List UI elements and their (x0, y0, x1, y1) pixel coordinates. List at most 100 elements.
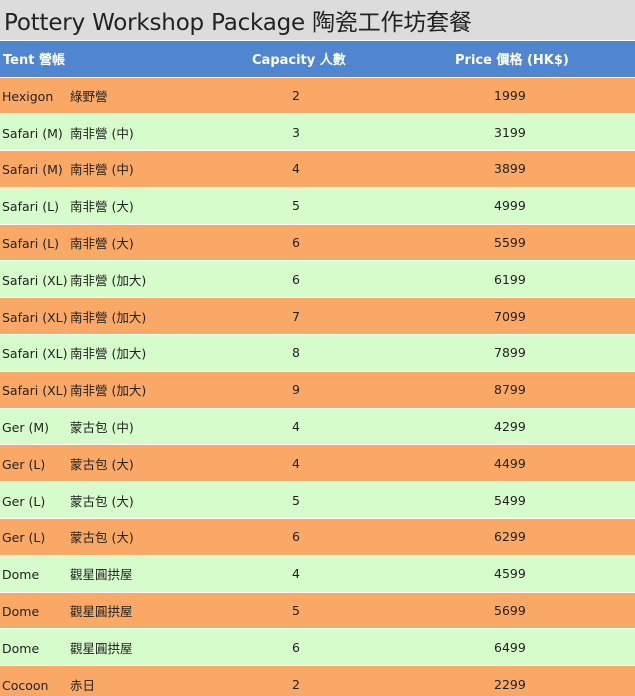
tent-name-zh: 蒙古包 (大) (70, 530, 134, 546)
header-price[interactable]: Price 價格 (HK$) (405, 41, 635, 77)
cell-price: 4599 (494, 566, 526, 582)
cell-price: 4299 (494, 419, 526, 435)
table-header: Tent 營帳 Capacity 人數 Price 價格 (HK$) (0, 41, 635, 77)
cell-tent: Dome 觀星圓拱屋 (0, 629, 190, 666)
cell-capacity: 6 (292, 529, 300, 545)
tent-name-zh: 南非營 (大) (70, 199, 134, 215)
table-row: Ger (L) 蒙古包 (大) 5 5499 (0, 481, 635, 519)
tent-name-en: Safari (XL) (2, 383, 68, 399)
cell-price: 5699 (494, 603, 526, 619)
tent-name-zh: 蒙古包 (大) (70, 456, 134, 472)
tent-name-en: Hexigon (2, 88, 54, 104)
cell-capacity: 5 (292, 198, 300, 214)
cell-tent: Safari (M) 南非營 (中) (0, 114, 190, 151)
table-row: Safari (L) 南非營 (大) 6 5599 (0, 224, 635, 261)
tent-name-zh: 蒙古包 (中) (70, 420, 134, 436)
cell-price: 2299 (494, 676, 526, 692)
package-table: Tent 營帳 Capacity 人數 Price 價格 (HK$) Hexig… (0, 41, 635, 696)
cell-capacity: 3 (292, 124, 300, 140)
tent-name-en: Safari (L) (2, 199, 59, 215)
cell-tent: Safari (XL) 南非營 (加大) (0, 261, 190, 298)
tent-name-en: Ger (M) (2, 420, 50, 436)
tent-name-zh: 南非營 (中) (70, 162, 134, 178)
table-row: Dome 觀星圓拱屋 5 5699 (0, 592, 635, 629)
cell-capacity: 4 (292, 455, 300, 471)
tent-name-en: Cocoon (2, 677, 49, 693)
cell-price: 7099 (494, 308, 526, 324)
tent-name-zh: 南非營 (大) (70, 236, 134, 252)
cell-tent: Dome 觀星圓拱屋 (0, 555, 190, 592)
cell-price: 6299 (494, 529, 526, 545)
tent-name-en: Dome (2, 604, 40, 620)
tent-name-zh: 觀星圓拱屋 (70, 640, 133, 656)
table-body: Hexigon 綠野營 2 1999 Safari (M) 南非營 (中) 3 3199 Saf… (0, 77, 635, 696)
tent-name-zh: 南非營 (中) (70, 125, 134, 141)
cell-tent: Cocoon 赤日 (0, 666, 190, 696)
tent-name-zh: 綠野營 (70, 88, 108, 104)
header-row: Tent 營帳 Capacity 人數 Price 價格 (HK$) (0, 41, 635, 77)
cell-tent: Ger (M) 蒙古包 (中) (0, 408, 190, 445)
cell-price: 6499 (494, 639, 526, 655)
tent-name-en: Safari (XL) (2, 346, 68, 362)
cell-price: 1999 (494, 87, 526, 103)
cell-tent: Safari (L) 南非營 (大) (0, 187, 190, 224)
tent-name-en: Dome (2, 640, 40, 656)
tent-name-en: Safari (L) (2, 236, 59, 252)
table-row: Ger (L) 蒙古包 (大) 4 4499 (0, 444, 635, 482)
tent-name-en: Safari (XL) (2, 272, 68, 288)
cell-capacity: 4 (292, 419, 300, 435)
tent-name-en: Ger (L) (2, 493, 46, 509)
cell-tent: Safari (XL) 南非營 (加大) (0, 371, 190, 408)
cell-price: 5599 (494, 235, 526, 251)
header-capacity[interactable]: Capacity 人數 (190, 41, 405, 77)
cell-capacity: 2 (292, 676, 300, 692)
cell-capacity: 4 (292, 161, 300, 177)
cell-price: 3899 (494, 161, 526, 177)
tent-name-zh: 蒙古包 (大) (70, 493, 134, 509)
cell-capacity: 5 (292, 603, 300, 619)
tent-name-en: Dome (2, 567, 40, 583)
cell-price: 8799 (494, 382, 526, 398)
table-row: Safari (M) 南非營 (中) 4 3899 (0, 150, 635, 188)
page-title: Pottery Workshop Package 陶瓷工作坊套餐 (4, 10, 472, 36)
table-row: Safari (XL) 南非營 (加大) 8 7899 (0, 334, 635, 372)
cell-capacity: 6 (292, 271, 300, 287)
table-row: Hexigon 綠野營 2 1999 (0, 77, 635, 114)
cell-price: 5499 (494, 492, 526, 508)
tent-name-zh: 觀星圓拱屋 (70, 567, 133, 583)
title-bar: Pottery Workshop Package 陶瓷工作坊套餐 (0, 0, 635, 41)
cell-capacity: 9 (292, 382, 300, 398)
cell-tent: Ger (L) 蒙古包 (大) (0, 482, 190, 519)
page: Pottery Workshop Package 陶瓷工作坊套餐 Tent 營帳… (0, 0, 635, 696)
table-row: Safari (XL) 南非營 (加大) 7 7099 (0, 297, 635, 335)
tent-name-zh: 南非營 (加大) (70, 309, 147, 325)
cell-tent: Ger (L) 蒙古包 (大) (0, 445, 190, 482)
tent-name-zh: 觀星圓拱屋 (70, 604, 133, 620)
table-row: Ger (L) 蒙古包 (大) 6 6299 (0, 518, 635, 556)
cell-tent: Safari (M) 南非營 (中) (0, 151, 190, 188)
table-row: Safari (XL) 南非營 (加大) 9 8799 (0, 371, 635, 409)
cell-tent: Ger (L) 蒙古包 (大) (0, 519, 190, 556)
cell-price: 4499 (494, 455, 526, 471)
tent-name-en: Ger (L) (2, 456, 46, 472)
header-tent[interactable]: Tent 營帳 (0, 41, 190, 77)
tent-name-zh: 南非營 (加大) (70, 346, 147, 362)
tent-name-zh: 南非營 (加大) (70, 383, 147, 399)
tent-name-zh: 南非營 (加大) (70, 272, 147, 288)
table-row: Safari (L) 南非營 (大) 5 4999 (0, 187, 635, 225)
table-row: Dome 觀星圓拱屋 4 4599 (0, 555, 635, 593)
table-row: Cocoon 赤日 2 2299 (0, 665, 635, 696)
table-row: Safari (XL) 南非營 (加大) 6 6199 (0, 260, 635, 298)
cell-capacity: 8 (292, 345, 300, 361)
cell-capacity: 7 (292, 308, 300, 324)
tent-name-en: Safari (XL) (2, 309, 68, 325)
table-row: Ger (M) 蒙古包 (中) 4 4299 (0, 408, 635, 445)
cell-price: 7899 (494, 345, 526, 361)
table-row: Safari (M) 南非營 (中) 3 3199 (0, 113, 635, 151)
tent-name-zh: 赤日 (70, 677, 96, 693)
cell-capacity: 4 (292, 566, 300, 582)
tent-name-en: Safari (M) (2, 162, 63, 178)
cell-tent: Hexigon 綠野營 (0, 77, 190, 114)
cell-tent: Safari (L) 南非營 (大) (0, 224, 190, 261)
cell-capacity: 6 (292, 639, 300, 655)
